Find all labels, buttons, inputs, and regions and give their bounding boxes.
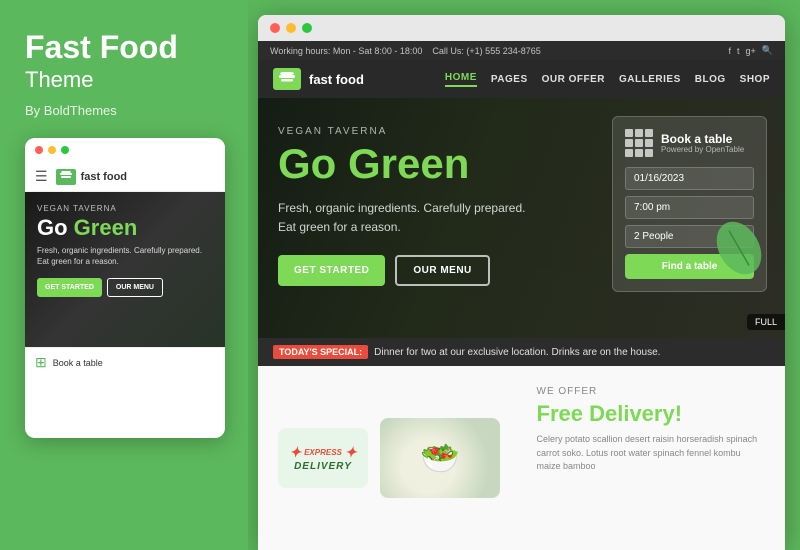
phone-green-text: Green xyxy=(74,215,138,240)
hero-go-text: Go xyxy=(278,140,348,187)
phone-vegan-label: VEGAN TAVERNA xyxy=(37,204,213,213)
nav-shop[interactable]: SHOP xyxy=(740,74,770,85)
delivery-title-rest: Delivery! xyxy=(583,401,682,426)
book-table-powered: Powered by OpenTable xyxy=(661,145,744,154)
app-title: Fast Food xyxy=(25,30,223,65)
hamburger-icon[interactable]: ☰ xyxy=(35,168,48,185)
left-panel: Fast Food Theme By BoldThemes ☰ fast foo… xyxy=(0,0,248,550)
site-nav-links: HOME PAGES OUR OFFER GALLERIES BLOG SHOP xyxy=(445,72,770,87)
site-bottom: ✦ EXPRESS ✦ DELIVERY 🥗 WE OFFER Free Del… xyxy=(258,366,785,550)
phone-our-menu-button[interactable]: OUR MENU xyxy=(107,278,163,297)
grid-cell xyxy=(625,149,633,157)
phone-get-started-button[interactable]: GET STARTED xyxy=(37,278,102,297)
delivery-section: ✦ EXPRESS ✦ DELIVERY 🥗 xyxy=(278,386,507,530)
nav-home[interactable]: HOME xyxy=(445,72,477,87)
special-label: TODAY'S SPECIAL: xyxy=(273,345,368,359)
grid-cell xyxy=(625,129,633,137)
delivery-stars: ✦ xyxy=(289,444,301,461)
browser-mockup: Working hours: Mon - Sat 8:00 - 18:00 Ca… xyxy=(258,15,785,550)
grid-cell xyxy=(635,139,643,147)
working-hours: Working hours: Mon - Sat 8:00 - 18:00 xyxy=(270,46,422,56)
site-nav: fast food HOME PAGES OUR OFFER GALLERIES… xyxy=(258,60,785,98)
search-icon[interactable]: 🔍 xyxy=(762,45,773,56)
book-table-header: Book a table Powered by OpenTable xyxy=(625,129,754,157)
free-delivery-desc: Celery potato scallion desert raisin hor… xyxy=(537,433,766,474)
hero-green-text: Green xyxy=(348,140,469,187)
phone-desc: Fresh, organic ingredients. Carefully pr… xyxy=(37,245,213,267)
nav-our-offer[interactable]: OUR OFFER xyxy=(542,74,605,85)
nav-galleries[interactable]: GALLERIES xyxy=(619,74,681,85)
express-delivery-badge: ✦ EXPRESS ✦ DELIVERY xyxy=(278,428,368,488)
hero-our-menu-button[interactable]: OUR MENU xyxy=(395,255,489,286)
phone-book-bar: ⊞ Book a table xyxy=(25,347,225,377)
grid-cell xyxy=(625,139,633,147)
phone-logo-text: fast food xyxy=(81,171,127,183)
full-label: FULL xyxy=(747,314,785,330)
delivery-food-image: 🥗 xyxy=(380,418,500,498)
hero-get-started-button[interactable]: GET STARTED xyxy=(278,255,385,286)
food-icon xyxy=(59,171,73,182)
book-table-title-group: Book a table Powered by OpenTable xyxy=(661,133,744,154)
phone-logo: fast food xyxy=(56,169,127,185)
site-food-icon xyxy=(278,72,296,86)
phone-logo-icon xyxy=(56,169,76,185)
book-grid-icon xyxy=(625,129,653,157)
topbar-right: f t g+ 🔍 xyxy=(728,45,773,56)
site-logo-icon xyxy=(273,68,301,90)
phone-chrome xyxy=(25,138,225,162)
site-logo-text: fast food xyxy=(309,72,364,87)
leaf-svg xyxy=(709,218,769,278)
phone-mockup: ☰ fast food VEGAN TAVERNA Go Green xyxy=(25,138,225,438)
book-table-icon: ⊞ xyxy=(35,354,47,371)
phone-dot-yellow xyxy=(48,146,56,154)
delivery-badge-inner: ✦ EXPRESS ✦ DELIVERY xyxy=(289,444,356,472)
phone-dot-red xyxy=(35,146,43,154)
nav-blog[interactable]: BLOG xyxy=(695,74,726,85)
phone-nav: ☰ fast food xyxy=(25,162,225,192)
app-author: By BoldThemes xyxy=(25,103,223,118)
food-visual: 🥗 xyxy=(380,418,500,498)
twitter-icon[interactable]: t xyxy=(737,46,740,56)
delivery-badge-top: ✦ EXPRESS ✦ xyxy=(289,444,356,461)
call-us: Call Us: (+1) 555 234-8765 xyxy=(432,46,540,56)
book-date-field[interactable]: 01/16/2023 xyxy=(625,167,754,190)
free-delivery-section: WE OFFER Free Delivery! Celery potato sc… xyxy=(527,386,766,530)
facebook-icon[interactable]: f xyxy=(728,46,731,56)
grid-cell xyxy=(635,129,643,137)
grid-cell xyxy=(645,129,653,137)
google-plus-icon[interactable]: g+ xyxy=(746,46,756,56)
phone-go-green: Go Green xyxy=(37,217,213,239)
app-subtitle: Theme xyxy=(25,67,223,93)
delivery-badge-bottom-text: DELIVERY xyxy=(289,461,356,472)
grid-cell xyxy=(635,149,643,157)
phone-book-label: Book a table xyxy=(53,358,103,368)
grid-cell xyxy=(645,149,653,157)
phone-go-text: Go xyxy=(37,215,74,240)
nav-pages[interactable]: PAGES xyxy=(491,74,528,85)
phone-hero: VEGAN TAVERNA Go Green Fresh, organic in… xyxy=(25,192,225,347)
site-hero: VEGAN TAVERNA Go Green Fresh, organic in… xyxy=(258,98,785,338)
grid-cell xyxy=(645,139,653,147)
book-time-field[interactable]: 7:00 pm xyxy=(625,196,754,219)
site-logo: fast food xyxy=(273,68,364,90)
special-banner: TODAY'S SPECIAL: Dinner for two at our e… xyxy=(258,338,785,366)
leaf-decoration xyxy=(709,218,769,278)
book-table-title: Book a table xyxy=(661,133,744,145)
browser-dot-yellow xyxy=(286,23,296,33)
delivery-stars-right: ✦ xyxy=(345,444,357,461)
special-text: Dinner for two at our exclusive location… xyxy=(374,347,660,358)
site-topbar: Working hours: Mon - Sat 8:00 - 18:00 Ca… xyxy=(258,41,785,60)
we-offer-label: WE OFFER xyxy=(537,386,766,397)
browser-dot-red xyxy=(270,23,280,33)
free-delivery-title: Free Delivery! xyxy=(537,401,766,427)
browser-chrome xyxy=(258,15,785,41)
phone-buttons: GET STARTED OUR MENU xyxy=(37,278,213,297)
topbar-left: Working hours: Mon - Sat 8:00 - 18:00 Ca… xyxy=(270,46,541,56)
phone-dot-green xyxy=(61,146,69,154)
browser-dot-green xyxy=(302,23,312,33)
free-text: Free xyxy=(537,401,583,426)
